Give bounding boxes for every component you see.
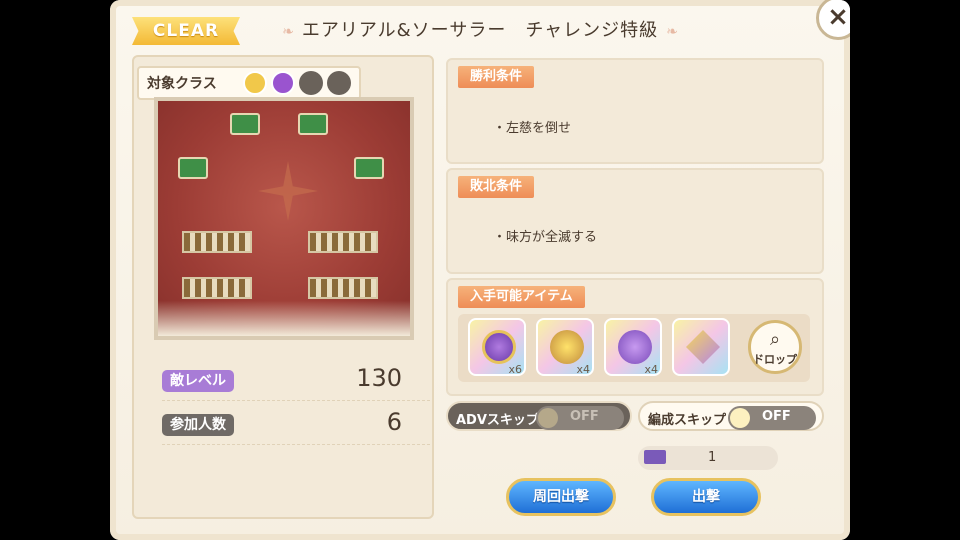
empty-class-slot [327,71,351,95]
toggle-knob [730,408,750,428]
ticket-icon [644,450,666,464]
title-bar: ❧ エアリアル&ソーサラー チャレンジ特級 ❧ [260,16,700,42]
item-list: x6 x4 x4 ⌕ ドロップ [458,314,810,382]
formation-skip-label: 編成スキップ [648,413,727,428]
map-bench [308,231,378,253]
map-table [298,113,328,135]
map-table [354,157,384,179]
defeat-condition-text: ・味方が全滅する [493,230,598,245]
ornament-right-icon: ❧ [666,24,678,40]
floor-star-emblem [258,161,318,221]
victory-condition-tag: 勝利条件 [458,66,535,88]
item-quantity: x6 [508,363,522,376]
magnifier-icon: ⌕ [769,329,781,350]
yellow-palette-icon[interactable]: x4 [536,318,594,376]
repeat-ticket-counter: 1 [638,446,778,470]
purple-crystal-coin-icon[interactable]: x6 [468,318,526,376]
victory-condition-text: ・左慈を倒せ [493,121,572,136]
ornament-left-icon: ❧ [282,24,294,40]
adv-skip-toggle[interactable]: ADVスキップ OFF [446,401,632,431]
ticket-count: 1 [708,450,717,465]
defeat-condition-tag: 敗北条件 [458,176,535,198]
items-tag: 入手可能アイテム [458,286,585,308]
participants-row: 参加人数 6 [162,406,430,445]
drop-label: ドロップ [753,353,797,366]
enemy-level-label: 敵レベル [162,370,234,392]
item-gem [686,330,720,364]
map-bench [182,231,252,253]
quest-title: エアリアル&ソーサラー チャレンジ特級 [301,20,659,41]
item-quantity: x4 [644,363,658,376]
map-table [178,157,208,179]
formation-skip-toggle[interactable]: 編成スキップ OFF [638,401,824,431]
quest-detail-panel: CLEAR ❧ エアリアル&ソーサラー チャレンジ特級 ❧ 対象クラス 敵レベル 1… [110,0,850,540]
enemy-level-row: 敵レベル 130 [162,362,430,401]
item-gem [618,330,652,364]
empty-class-slot [299,71,323,95]
participants-value: 6 [386,408,402,436]
drop-button[interactable]: ⌕ ドロップ [748,320,802,374]
item-gem [482,330,516,364]
sortie-button[interactable]: 出撃 [651,478,761,516]
map-bench [182,277,252,299]
enemy-level-value: 130 [356,364,402,392]
item-quantity: x4 [576,363,590,376]
crystal-pendant-icon[interactable] [672,318,730,376]
wing-icon [243,71,267,95]
adv-skip-label: ADVスキップ [456,413,539,428]
formation-skip-switch[interactable]: OFF [728,406,816,430]
adv-skip-switch[interactable]: OFF [536,406,624,430]
map-bench [308,277,378,299]
participants-label: 参加人数 [162,414,234,436]
target-class-label: 対象クラス [147,76,217,92]
map-card: 対象クラス 敵レベル 130 参加人数 6 [132,55,434,519]
map-table [230,113,260,135]
clear-badge: CLEAR [132,17,240,45]
toggle-knob [538,408,558,428]
defeat-condition-box: 敗北条件 ・味方が全滅する [446,168,824,274]
repeat-sortie-button[interactable]: 周回出撃 [506,478,616,516]
formation-skip-state: OFF [762,409,791,424]
purple-palette-icon[interactable]: x4 [604,318,662,376]
close-icon[interactable]: × [816,0,850,40]
swirl-icon [271,71,295,95]
adv-skip-state: OFF [570,409,599,424]
item-gem [550,330,584,364]
victory-condition-box: 勝利条件 ・左慈を倒せ [446,58,824,164]
battle-map[interactable] [154,97,414,340]
target-class-box: 対象クラス [137,66,361,100]
